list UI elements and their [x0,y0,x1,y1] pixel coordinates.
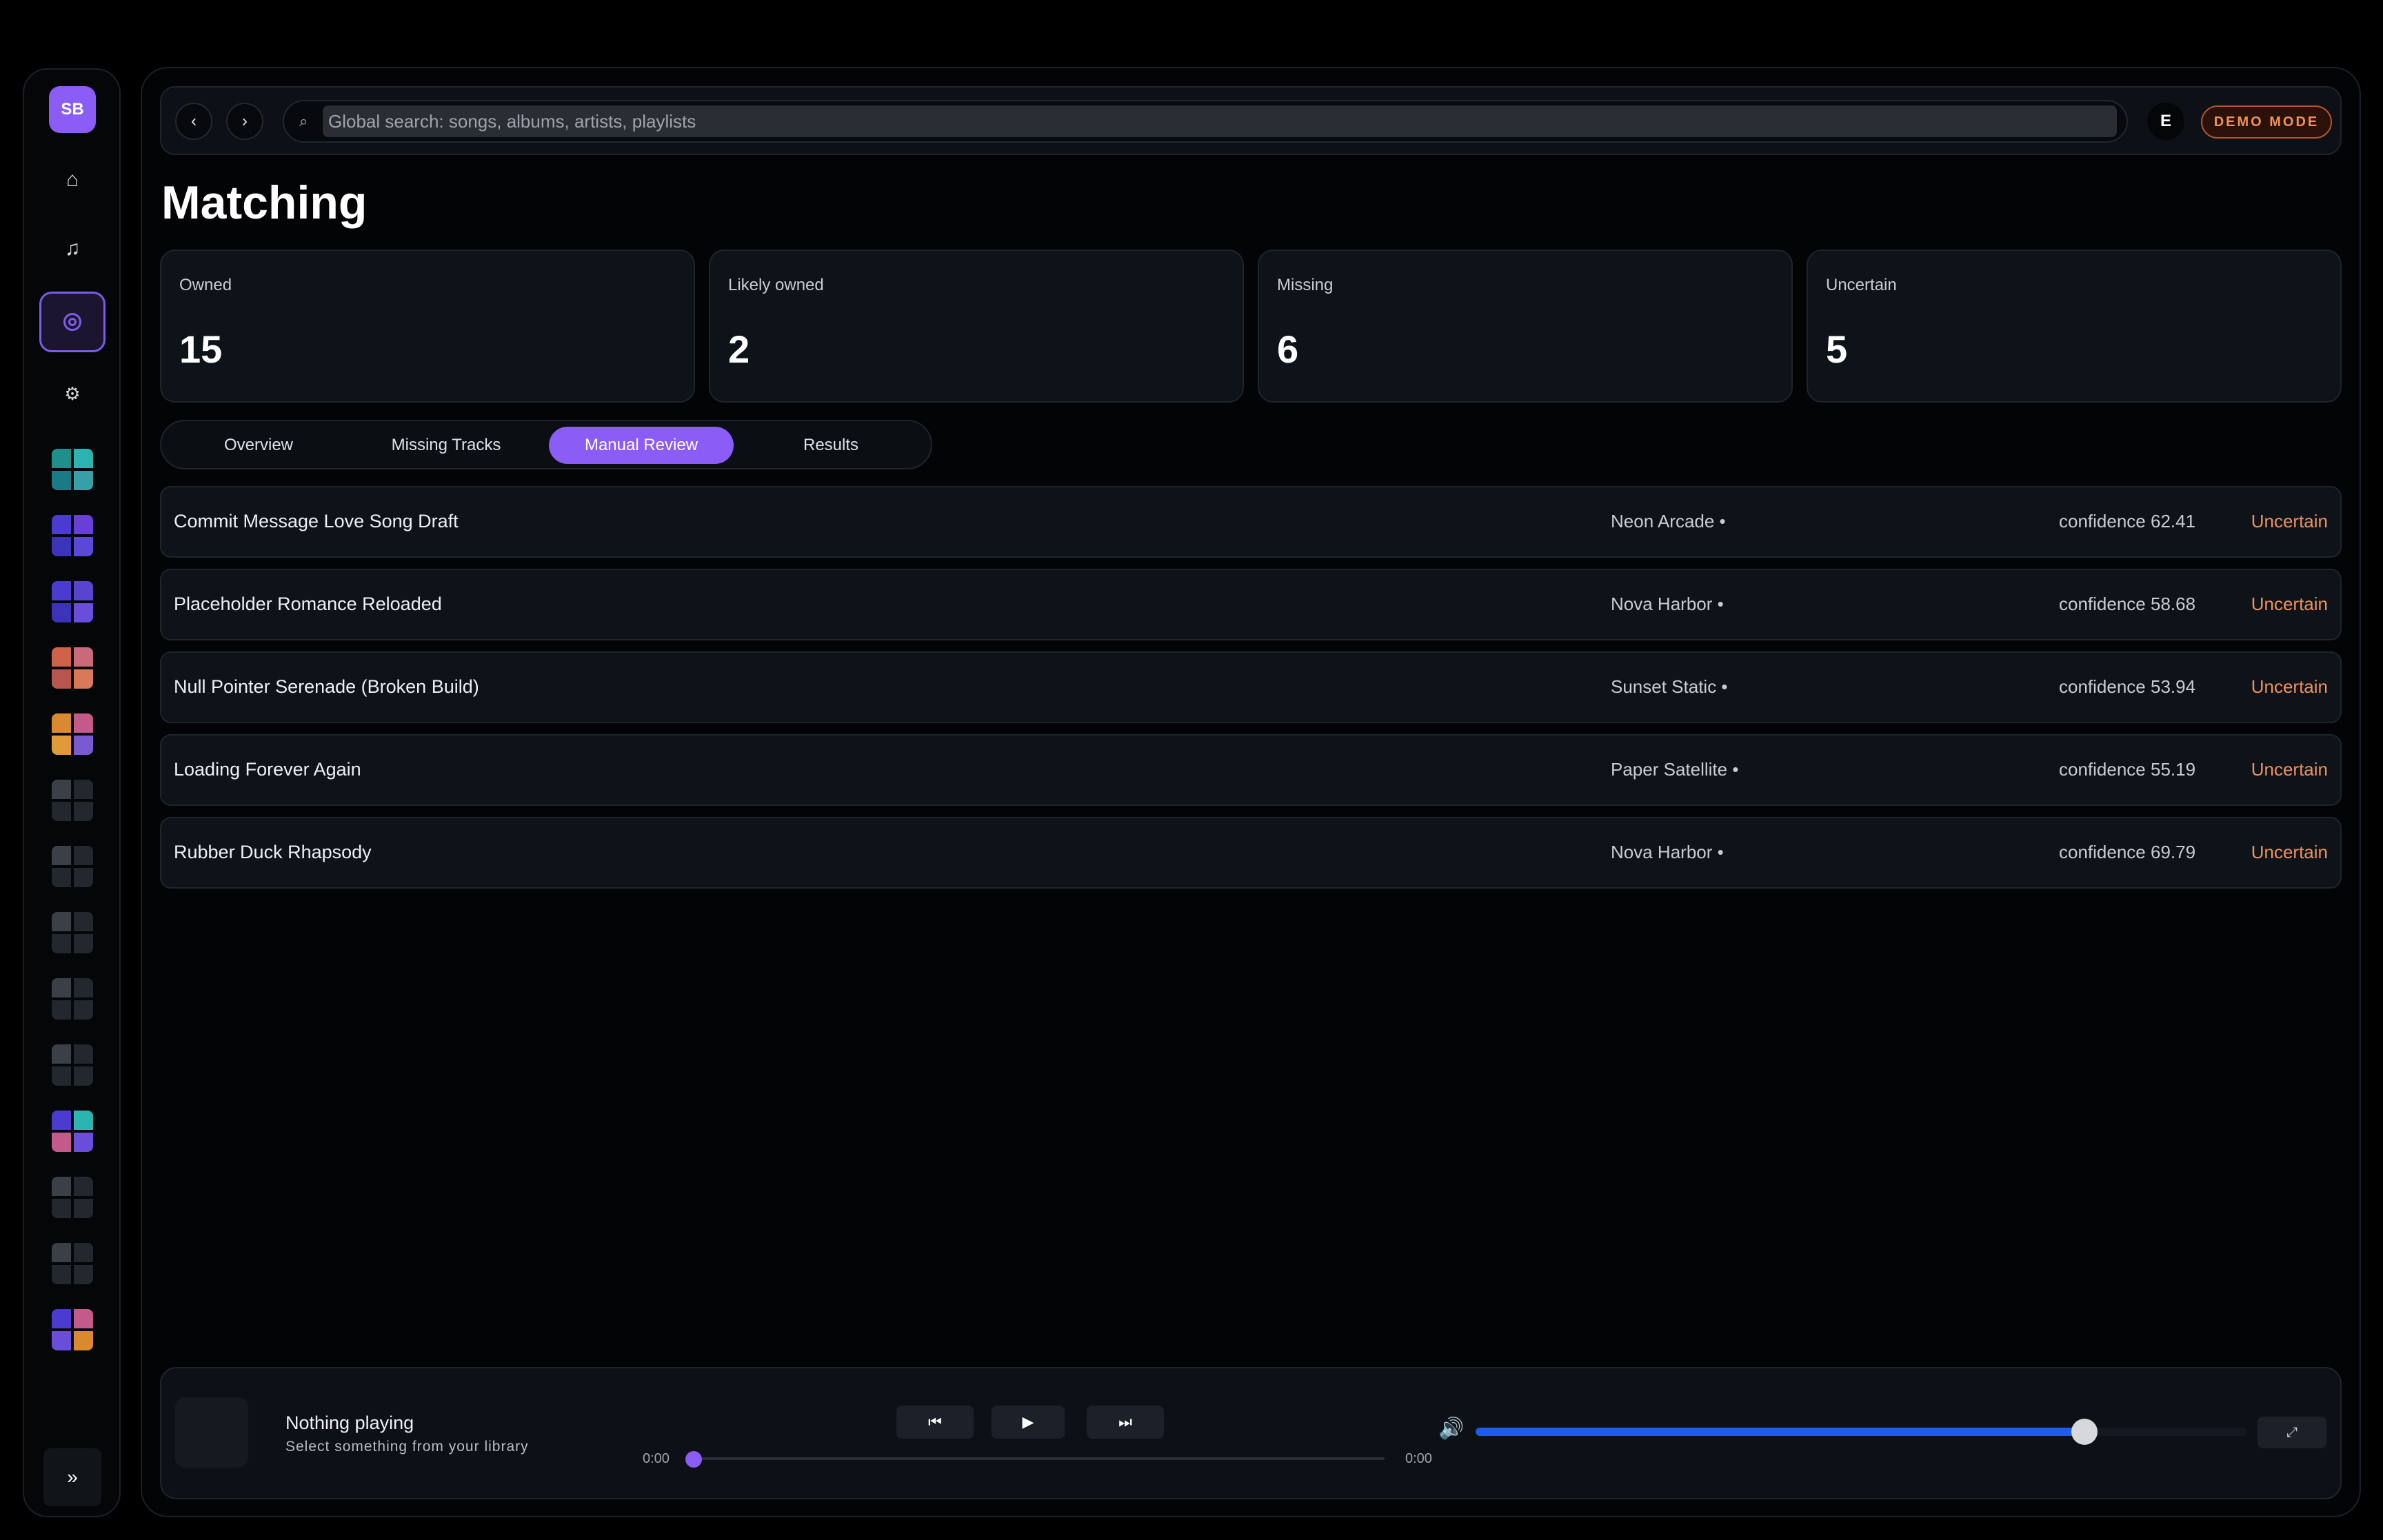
track-title: Placeholder Romance Reloaded [174,594,442,614]
playlist-thumbnail[interactable] [52,1111,93,1152]
gear-icon[interactable]: ⚙ [49,370,96,417]
stat-value: 2 [728,327,750,371]
stat-card-likely-owned: Likely owned 2 [709,250,1244,403]
player-bar: Nothing playing Select something from yo… [160,1367,2342,1499]
stat-card-missing: Missing 6 [1258,250,1793,403]
playlist-thumbnail[interactable] [52,713,93,755]
main-panel: ‹ › ⌕ E DEMO MODE Matching Owned 15 Like… [141,67,2361,1517]
playlist-thumbnail[interactable] [52,912,93,953]
review-row[interactable]: Rubber Duck Rhapsody Nova Harbor • confi… [160,817,2342,889]
tab-manual-review[interactable]: Manual Review [549,427,734,464]
fullscreen-button[interactable]: ⤢ [2258,1417,2326,1448]
tab-overview[interactable]: Overview [168,427,349,464]
track-artist: Sunset Static • [1611,676,1728,697]
forward-button[interactable]: › [226,103,263,140]
confidence-score: confidence 55.19 [2059,759,2196,780]
confidence-score: confidence 53.94 [2059,676,2196,697]
track-title: Null Pointer Serenade (Broken Build) [174,676,479,697]
demo-mode-badge: DEMO MODE [2201,105,2332,139]
playlist-thumbnail[interactable] [52,581,93,622]
user-button[interactable]: E [2147,103,2184,140]
progress-bar[interactable] [692,1457,1385,1460]
next-button[interactable]: ⏭ [1087,1406,1164,1439]
tab-missing-tracks[interactable]: Missing Tracks [356,427,536,464]
track-artist: Neon Arcade • [1611,511,1726,531]
status-label: Uncertain [2251,594,2328,614]
time-total: 0:00 [1405,1451,1432,1466]
track-artist: Nova Harbor • [1611,842,1724,862]
playlist-thumbnail[interactable] [52,846,93,887]
playlist-thumbnail[interactable] [52,780,93,821]
playlist-thumbnail[interactable] [52,1243,93,1284]
status-label: Uncertain [2251,511,2328,531]
back-button[interactable]: ‹ [175,103,212,140]
stat-label: Uncertain [1826,276,1897,294]
confidence-score: confidence 69.79 [2059,842,2196,862]
now-playing-subtitle: Select something from your library [285,1439,529,1455]
status-label: Uncertain [2251,842,2328,862]
previous-button[interactable]: ⏮ [896,1406,974,1439]
volume-icon[interactable]: 🔊 [1438,1417,1464,1441]
playlist-thumbnail[interactable] [52,1309,93,1350]
playlist-thumbnail[interactable] [52,647,93,689]
track-artist: Nova Harbor • [1611,594,1724,614]
track-title: Commit Message Love Song Draft [174,511,459,531]
playlist-thumbnail[interactable] [52,449,93,490]
status-label: Uncertain [2251,676,2328,697]
time-current: 0:00 [643,1451,670,1466]
playlist-thumbnail[interactable] [52,515,93,556]
review-row[interactable]: Commit Message Love Song Draft Neon Arca… [160,486,2342,558]
search-bar: ⌕ [283,100,2128,143]
playlist-thumbnail[interactable] [52,978,93,1020]
review-row[interactable]: Placeholder Romance Reloaded Nova Harbor… [160,569,2342,640]
stat-value: 6 [1277,327,1299,371]
track-title: Loading Forever Again [174,759,361,780]
volume-knob[interactable] [2071,1419,2098,1445]
page-title: Matching [161,176,368,229]
avatar[interactable]: SB [49,86,96,133]
album-art-placeholder [175,1397,248,1468]
stat-label: Missing [1277,276,1334,294]
volume-fill [1476,1428,2085,1436]
play-button[interactable]: ▶ [992,1406,1065,1439]
track-artist: Paper Satellite • [1611,759,1739,780]
stat-card-uncertain: Uncertain 5 [1807,250,2342,403]
stat-card-owned: Owned 15 [160,250,695,403]
matching-ring-icon[interactable] [39,292,105,352]
stat-label: Likely owned [728,276,824,294]
confidence-score: confidence 62.41 [2059,511,2196,531]
playlist-thumbnail[interactable] [52,1177,93,1218]
music-note-icon[interactable]: ♫ [49,225,96,272]
confidence-score: confidence 58.68 [2059,594,2196,614]
progress-knob[interactable] [685,1451,702,1468]
search-input[interactable] [323,105,2117,137]
sidebar: SB ⌂ ♫ ⚙ » [23,68,121,1517]
tab-results[interactable]: Results [741,427,921,464]
search-icon: ⌕ [299,112,308,130]
stat-value: 5 [1826,327,1848,371]
expand-sidebar-button[interactable]: » [43,1448,101,1506]
review-row[interactable]: Null Pointer Serenade (Broken Build) Sun… [160,651,2342,723]
track-title: Rubber Duck Rhapsody [174,842,372,862]
review-row[interactable]: Loading Forever Again Paper Satellite • … [160,734,2342,806]
stat-value: 15 [179,327,223,371]
stat-label: Owned [179,276,232,294]
top-bar: ‹ › ⌕ E DEMO MODE [160,86,2342,155]
tab-bar: Overview Missing Tracks Manual Review Re… [160,420,932,469]
status-label: Uncertain [2251,759,2328,780]
now-playing-title: Nothing playing [285,1412,414,1433]
home-icon[interactable]: ⌂ [49,156,96,203]
playlist-thumbnail[interactable] [52,1044,93,1086]
volume-slider[interactable] [1476,1428,2246,1436]
